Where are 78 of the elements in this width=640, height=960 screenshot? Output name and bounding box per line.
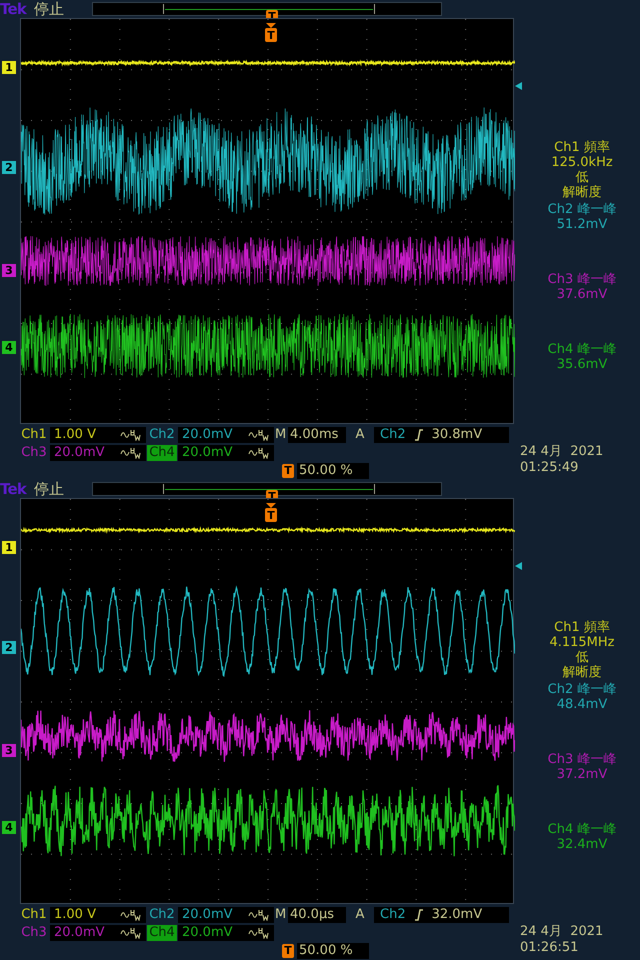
measurement-readout: Ch3 峰一峰 bbox=[548, 752, 616, 767]
channel-label: Ch2 bbox=[148, 427, 176, 443]
trigger-level: 32.0mV bbox=[432, 907, 482, 923]
channel-scale: 20.0mV bbox=[50, 445, 146, 461]
bandwidth-limit-icon bbox=[120, 447, 142, 459]
channel-label: Ch4 bbox=[147, 925, 177, 941]
channel-marker: 4 bbox=[2, 341, 16, 354]
rising-edge-icon bbox=[414, 909, 424, 921]
trigger-source: Ch2 bbox=[380, 907, 406, 923]
measurement-readout: 125.0kHz bbox=[551, 155, 613, 170]
channel-marker: 3 bbox=[2, 264, 16, 277]
measurement-readout: Ch4 峰一峰 bbox=[548, 822, 616, 837]
trigger-position-value: 50.00 % bbox=[297, 942, 369, 958]
rising-edge-icon bbox=[414, 429, 424, 441]
bandwidth-limit-icon bbox=[248, 927, 270, 939]
channel-label: Ch1 bbox=[20, 427, 48, 443]
trigger-position-icon: T bbox=[282, 464, 294, 478]
measurement-readout: 35.6mV bbox=[556, 357, 608, 372]
measurement-readout: 4.115MHz bbox=[549, 635, 615, 650]
measurement-readout: 解晰度 bbox=[562, 665, 602, 680]
down-arrow-icon bbox=[266, 503, 276, 508]
measurement-readout: 低 bbox=[576, 170, 588, 185]
brand-logo: Tek bbox=[0, 482, 28, 496]
timebase-value: 40.0µs bbox=[288, 907, 346, 923]
measurement-readout: Ch2 峰一峰 bbox=[548, 682, 616, 697]
trigger-position-value: 50.00 % bbox=[297, 462, 369, 478]
channel-scale: 20.0mV bbox=[178, 925, 274, 941]
status-label: 停止 bbox=[34, 482, 65, 496]
timebase-value: 4.00ms bbox=[288, 427, 346, 443]
measurement-readout: 51.2mV bbox=[556, 217, 608, 232]
trigger-label: A bbox=[354, 427, 366, 443]
bandwidth-limit-icon bbox=[120, 429, 142, 441]
timebase-label: M bbox=[275, 427, 287, 443]
trigger-source: Ch2 bbox=[380, 427, 406, 443]
measurement-readout: Ch3 峰一峰 bbox=[548, 272, 616, 287]
channel-marker: 4 bbox=[2, 821, 16, 834]
timebase-label: M bbox=[275, 907, 287, 923]
measurement-readout: Ch1 頻率 bbox=[554, 620, 610, 635]
channel-label: Ch4 bbox=[147, 445, 177, 461]
channel-marker: 2 bbox=[2, 161, 16, 174]
bandwidth-limit-icon bbox=[248, 429, 270, 441]
channel-label: Ch3 bbox=[20, 445, 48, 461]
channel-scale: 20.0mV bbox=[178, 427, 274, 443]
measurement-readout: 48.4mV bbox=[556, 697, 608, 712]
channel-scale: 20.0mV bbox=[178, 445, 274, 461]
channel-scale: 1.00 V bbox=[50, 907, 146, 923]
trigger-position-icon: T bbox=[282, 944, 294, 958]
channel-marker: 2 bbox=[2, 641, 16, 654]
date-label: 24 4月 2021 bbox=[520, 444, 604, 460]
down-arrow-icon bbox=[266, 23, 276, 28]
time-label: 01:25:49 bbox=[520, 460, 580, 476]
channel-label: Ch1 bbox=[20, 907, 48, 923]
measurement-readout: 37.2mV bbox=[556, 767, 608, 782]
channel-label: Ch3 bbox=[20, 925, 48, 941]
trigger-label: A bbox=[354, 907, 366, 923]
measurement-readout: Ch1 頻率 bbox=[554, 140, 610, 155]
measurement-readout: 解晰度 bbox=[562, 185, 602, 200]
measurement-readout: 37.6mV bbox=[556, 287, 608, 302]
time-label: 01:26:51 bbox=[520, 940, 580, 956]
channel-scale: 20.0mV bbox=[178, 907, 274, 923]
channel-marker: 1 bbox=[2, 61, 16, 74]
bandwidth-limit-icon bbox=[248, 447, 270, 459]
date-label: 24 4月 2021 bbox=[520, 924, 604, 940]
channel-scale: 20.0mV bbox=[50, 925, 146, 941]
measurement-readout: 低 bbox=[575, 650, 588, 665]
channel-marker: 1 bbox=[2, 541, 16, 554]
channel-scale: 1.00 V bbox=[50, 427, 146, 443]
measurement-readout: 32.4mV bbox=[556, 837, 608, 852]
channel-marker: 3 bbox=[2, 744, 16, 757]
status-label: 停止 bbox=[34, 2, 65, 16]
bandwidth-limit-icon bbox=[120, 909, 142, 921]
measurement-readout: Ch4 峰一峰 bbox=[548, 342, 616, 357]
channel-label: Ch2 bbox=[148, 907, 176, 923]
measurement-readout: Ch2 峰一峰 bbox=[548, 202, 616, 217]
bandwidth-limit-icon bbox=[120, 927, 142, 939]
brand-logo: Tek bbox=[0, 2, 28, 16]
trigger-level: 30.8mV bbox=[432, 427, 482, 443]
bandwidth-limit-icon bbox=[248, 909, 270, 921]
